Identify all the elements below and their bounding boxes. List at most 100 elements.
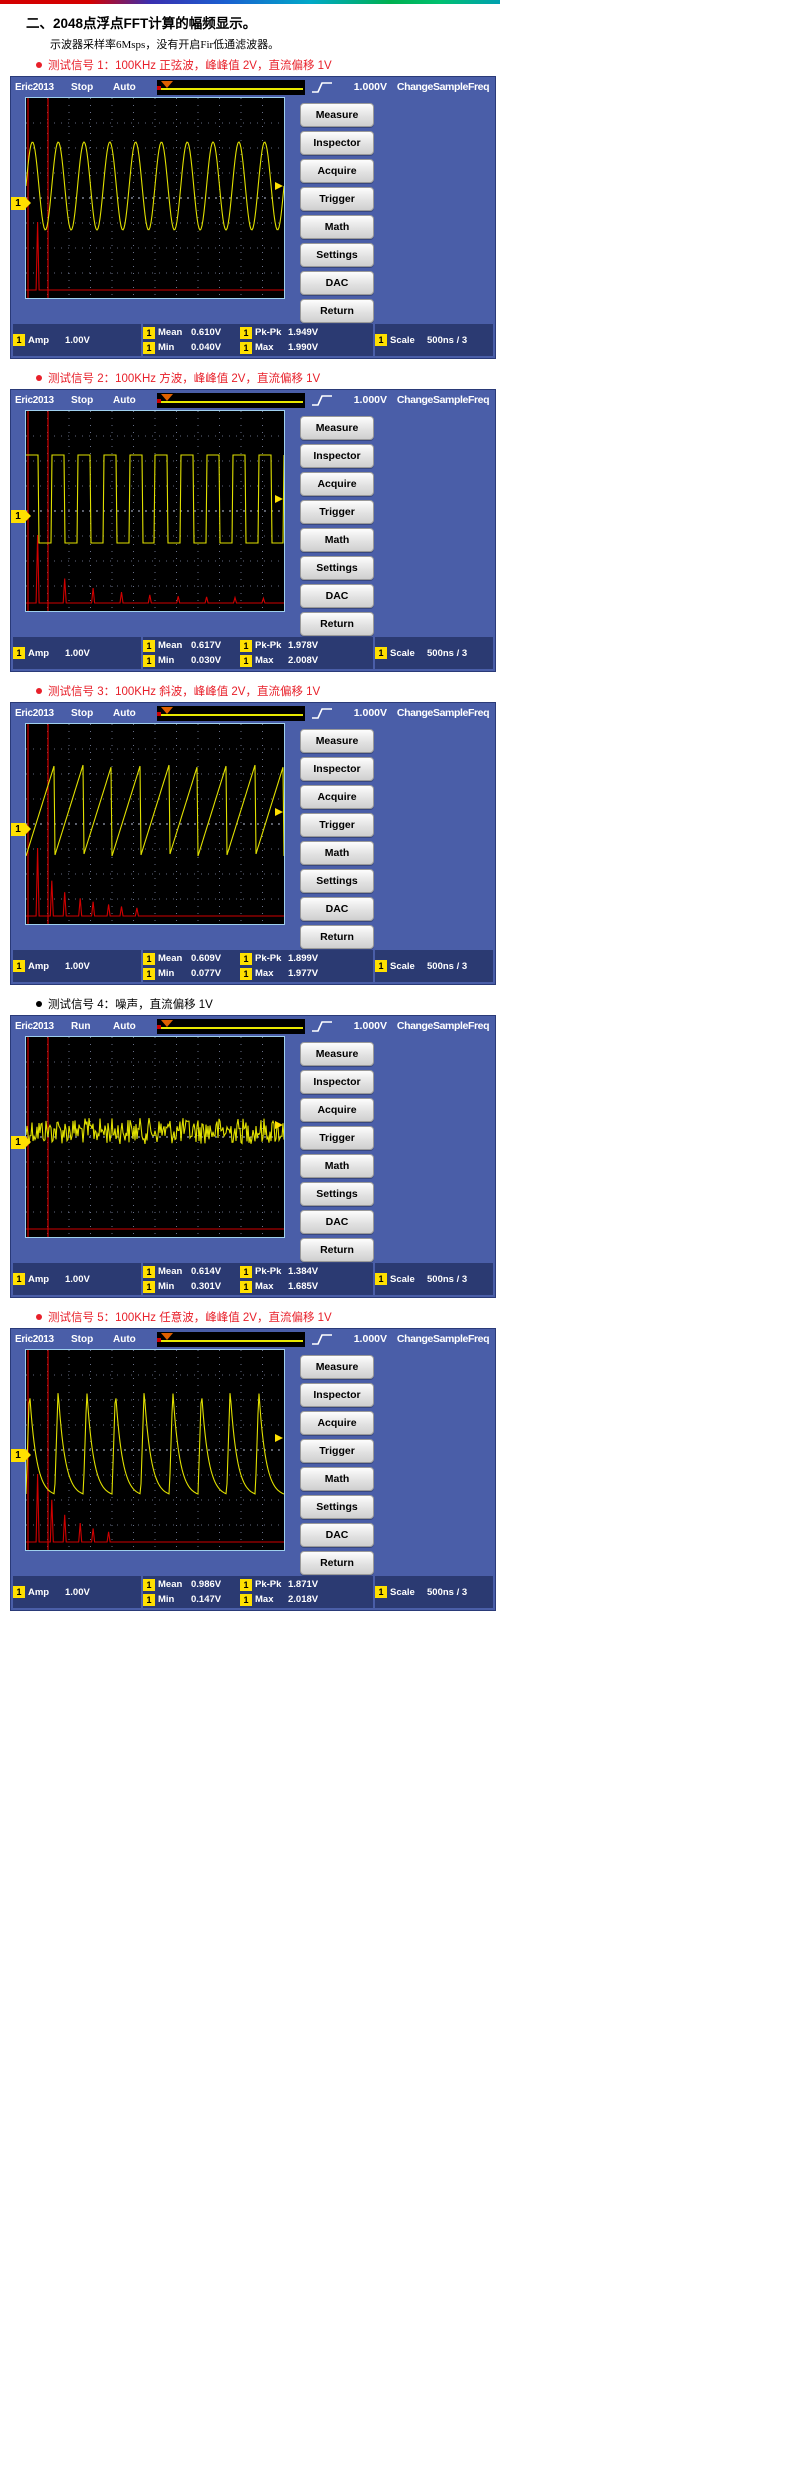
menu-button-dac[interactable]: DAC [300,584,374,608]
menu-button-inspector[interactable]: Inspector [300,757,374,781]
run-stop-button[interactable]: Stop [71,82,113,93]
stats-group: 1 Mean 0.617V 1 Pk-Pk 1.978V 1 Min 0.030V 1 Max 2.0… [143,637,373,669]
horizontal-position-bar[interactable] [157,1331,305,1347]
rising-edge-icon[interactable] [309,707,335,720]
trigger-mode-button[interactable]: Auto [113,708,157,719]
page-subtitle: 示波器采样率6Msps，没有开启Fir低通滤波器。 [50,39,280,51]
scale-label: Scale [390,334,415,346]
menu-button-settings[interactable]: Settings [300,1182,374,1206]
waveform-area: 1 [11,723,285,949]
menu-button-return[interactable]: Return [300,612,374,636]
menu-button-math[interactable]: Math [300,1154,374,1178]
trigger-mode-button[interactable]: Auto [113,1334,157,1345]
menu-button-math[interactable]: Math [300,1467,374,1491]
channel-level-arrow-icon [275,808,283,816]
channel-tag: 1 [240,967,252,980]
run-stop-button[interactable]: Stop [71,708,113,719]
min-value: 0.030V [191,655,222,666]
run-stop-button[interactable]: Stop [71,1334,113,1345]
scale-label: Scale [390,647,415,659]
channel-1-marker[interactable]: 1 [11,1449,31,1462]
menu-button-return[interactable]: Return [300,299,374,323]
mean-pkpk-row: 1 Mean 0.617V 1 Pk-Pk 1.978V [143,639,373,653]
waveform-canvas[interactable] [25,410,285,612]
menu-button-return[interactable]: Return [300,925,374,949]
channel-tag: 1 [143,952,155,965]
channel-1-marker[interactable]: 1 [11,1136,31,1149]
menu-button-trigger[interactable]: Trigger [300,813,374,837]
channel-1-trace [26,1393,284,1495]
run-stop-button[interactable]: Stop [71,395,113,406]
menu-button-math[interactable]: Math [300,841,374,865]
menu-button-dac[interactable]: DAC [300,271,374,295]
waveform-canvas[interactable] [25,97,285,299]
menu-button-dac[interactable]: DAC [300,1210,374,1234]
menu-button-dac[interactable]: DAC [300,1523,374,1547]
menu-button-measure[interactable]: Measure [300,1042,374,1066]
menu-button-settings[interactable]: Settings [300,243,374,267]
amplitude-group: 1 Amp 1.00V [13,637,141,669]
menu-button-measure[interactable]: Measure [300,103,374,127]
channel-tag: 1 [13,1586,25,1598]
menu-button-math[interactable]: Math [300,215,374,239]
menu-button-acquire[interactable]: Acquire [300,1098,374,1122]
trigger-mode-button[interactable]: Auto [113,82,157,93]
menu-button-settings[interactable]: Settings [300,869,374,893]
menu-button-settings[interactable]: Settings [300,1495,374,1519]
rising-edge-icon[interactable] [309,394,335,407]
channel-1-marker[interactable]: 1 [11,510,31,523]
menu-button-inspector[interactable]: Inspector [300,131,374,155]
menu-button-inspector[interactable]: Inspector [300,1383,374,1407]
menu-button-inspector[interactable]: Inspector [300,1070,374,1094]
channel-tag: 1 [240,654,252,667]
side-menu: Measure Inspector Acquire Trigger Math Settin… [285,723,389,949]
menu-button-trigger[interactable]: Trigger [300,1439,374,1463]
waveform-canvas[interactable] [25,723,285,925]
horizontal-position-bar[interactable] [157,392,305,408]
channel-level-arrow-icon [275,1121,283,1129]
amp-label: Amp [28,647,50,659]
scope-caption-text: 测试信号 3：100KHz 斜波，峰峰值 2V，直流偏移 1V [48,686,321,698]
rising-edge-icon[interactable] [309,81,335,94]
center-marker-icon [157,1337,161,1342]
menu-button-measure[interactable]: Measure [300,1355,374,1379]
menu-button-measure[interactable]: Measure [300,416,374,440]
waveform-canvas[interactable] [25,1349,285,1551]
measurement-bar: 1 Amp 1.00V 1 Mean 0.609V 1 Pk-Pk 1.899V 1 Min 0.07… [11,949,495,984]
rising-edge-icon[interactable] [309,1333,335,1346]
menu-button-trigger[interactable]: Trigger [300,1126,374,1150]
menu-button-trigger[interactable]: Trigger [300,500,374,524]
menu-button-dac[interactable]: DAC [300,897,374,921]
trigger-mode-button[interactable]: Auto [113,395,157,406]
min-value: 0.301V [191,1281,222,1292]
menu-button-return[interactable]: Return [300,1551,374,1575]
pkpk-label: Pk-Pk [255,640,282,651]
channel-1-trace [26,764,284,857]
menu-button-settings[interactable]: Settings [300,556,374,580]
menu-button-acquire[interactable]: Acquire [300,472,374,496]
menu-button-math[interactable]: Math [300,528,374,552]
waveform-canvas[interactable] [25,1036,285,1238]
horizontal-position-bar[interactable] [157,1018,305,1034]
max-value: 2.018V [288,1594,319,1605]
horizontal-position-bar[interactable] [157,705,305,721]
menu-button-inspector[interactable]: Inspector [300,444,374,468]
menu-button-acquire[interactable]: Acquire [300,1411,374,1435]
horizontal-position-bar[interactable] [157,79,305,95]
rising-edge-icon[interactable] [309,1020,335,1033]
menu-button-measure[interactable]: Measure [300,729,374,753]
trigger-mode-button[interactable]: Auto [113,1021,157,1032]
menu-button-trigger[interactable]: Trigger [300,187,374,211]
scope-caption-text: 测试信号 5：100KHz 任意波，峰峰值 2V，直流偏移 1V [48,1312,332,1324]
menu-button-return[interactable]: Return [300,1238,374,1262]
amp-row: 1 Amp 1.00V [13,1585,141,1599]
menu-button-acquire[interactable]: Acquire [300,785,374,809]
menu-button-acquire[interactable]: Acquire [300,159,374,183]
channel-tag: 1 [240,1265,252,1278]
channel-1-marker[interactable]: 1 [11,197,31,210]
run-stop-button[interactable]: Run [71,1021,113,1032]
mean-label: Mean [158,327,183,338]
scope-body: 1 Measure Inspector Acquire Trigger Math Setti… [11,1036,495,1262]
channel-1-marker[interactable]: 1 [11,823,31,836]
min-max-row: 1 Min 0.077V 1 Max 1.977V [143,967,373,981]
